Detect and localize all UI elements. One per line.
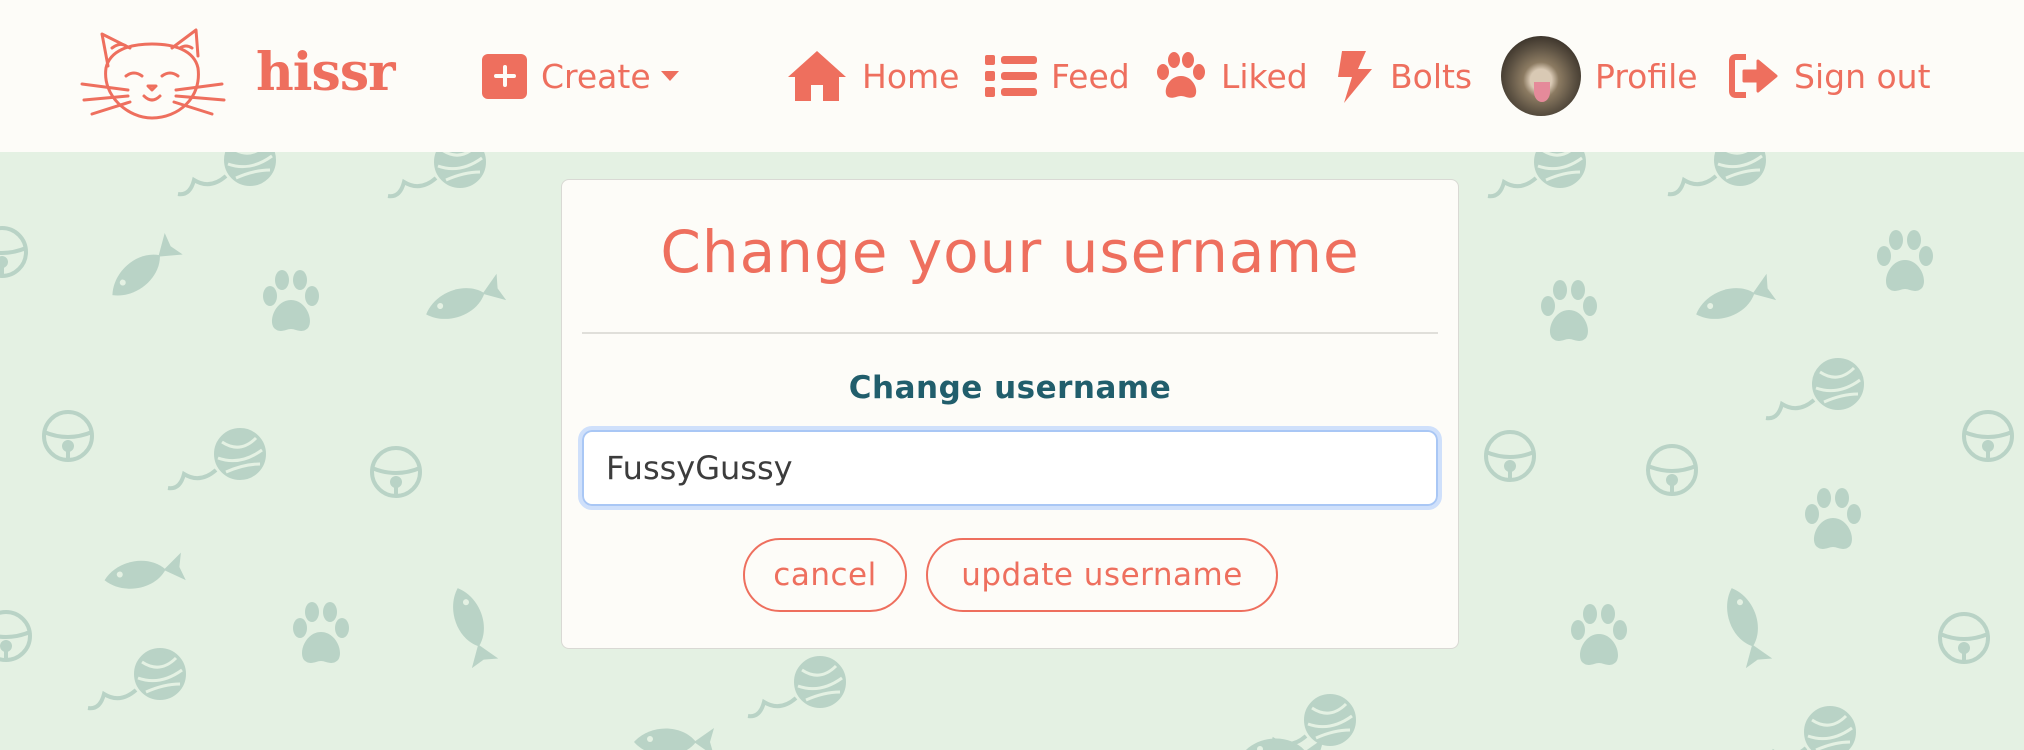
nav-profile-label: Profile <box>1595 56 1698 96</box>
change-username-card: Change your username Change username can… <box>561 179 1459 649</box>
list-icon <box>985 55 1037 97</box>
create-dropdown[interactable]: Create <box>482 0 679 152</box>
avatar <box>1501 36 1581 116</box>
nav-signout[interactable]: Sign out <box>1728 0 1931 152</box>
divider <box>582 332 1438 334</box>
bolt-icon <box>1338 51 1372 103</box>
cat-face-icon <box>80 28 226 120</box>
house-icon <box>788 51 846 101</box>
nav-liked[interactable]: Liked <box>1155 0 1308 152</box>
nav-feed[interactable]: Feed <box>985 0 1130 152</box>
nav-liked-label: Liked <box>1221 56 1308 96</box>
sign-out-icon <box>1729 54 1778 98</box>
paw-icon <box>1157 52 1205 98</box>
plus-square-icon <box>482 53 527 99</box>
nav-bolts-label: Bolts <box>1390 56 1473 96</box>
nav-feed-label: Feed <box>1051 56 1130 96</box>
nav-home-label: Home <box>862 56 960 96</box>
navbar: hissr Create Home Feed Liked Bolts Profi… <box>0 0 2024 152</box>
page-title: Change your username <box>660 218 1360 286</box>
nav-home[interactable]: Home <box>786 0 959 152</box>
brand-name: hissr <box>256 41 396 103</box>
nav-signout-label: Sign out <box>1794 56 1931 96</box>
chevron-down-icon <box>660 71 679 81</box>
create-label: Create <box>541 56 651 96</box>
update-username-button[interactable]: update username <box>926 538 1278 612</box>
username-input[interactable] <box>578 426 1442 510</box>
nav-bolts[interactable]: Bolts <box>1336 0 1472 152</box>
cancel-button[interactable]: cancel <box>743 538 907 612</box>
nav-profile[interactable]: Profile <box>1501 0 1698 152</box>
brand-link[interactable]: hissr <box>78 26 396 126</box>
username-label: Change username <box>848 370 1172 406</box>
